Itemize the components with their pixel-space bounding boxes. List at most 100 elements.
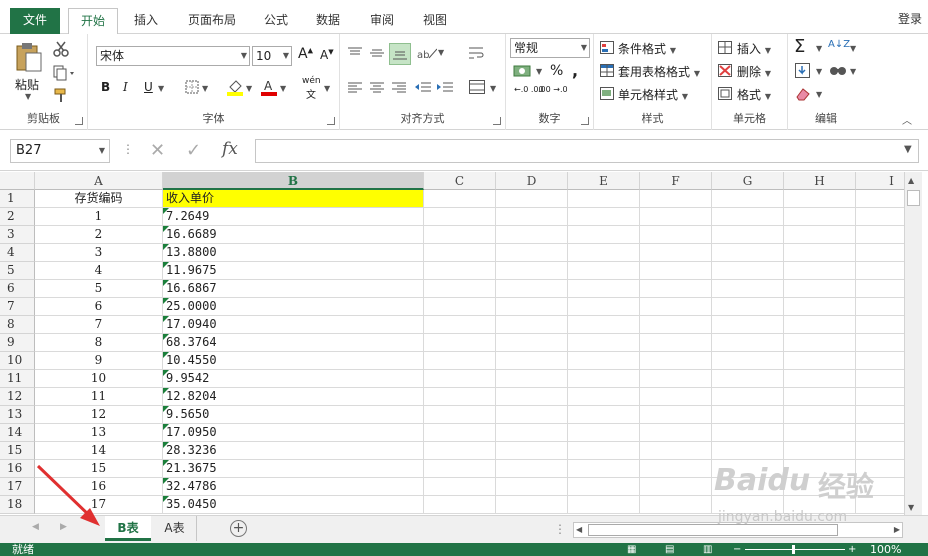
column-header-b[interactable]: B <box>163 172 424 190</box>
cell-empty[interactable] <box>640 442 712 460</box>
tab-file[interactable]: 文件 <box>10 8 60 34</box>
format-as-table-button[interactable]: 套用表格格式 ▼ <box>618 63 700 80</box>
cell-empty[interactable] <box>424 460 496 478</box>
cell-empty[interactable] <box>496 334 568 352</box>
cell-empty[interactable] <box>496 460 568 478</box>
cell-code[interactable]: 1 <box>35 208 163 226</box>
cell-empty[interactable] <box>856 298 904 316</box>
cell-empty[interactable] <box>712 244 784 262</box>
copy-icon[interactable] <box>52 64 76 82</box>
select-all-corner[interactable] <box>0 172 35 190</box>
column-header-c[interactable]: C <box>424 172 496 190</box>
cell-empty[interactable] <box>640 316 712 334</box>
cell-empty[interactable] <box>856 388 904 406</box>
fill-dropdown-icon[interactable]: ▼ <box>816 67 822 76</box>
cell-empty[interactable] <box>424 226 496 244</box>
scroll-up-icon[interactable]: ▲ <box>908 176 914 185</box>
cell-empty[interactable] <box>568 406 640 424</box>
row-header[interactable]: 14 <box>0 424 35 442</box>
cell-price[interactable]: 17.0950 <box>163 424 424 442</box>
column-header-h[interactable]: H <box>784 172 856 190</box>
autosum-button[interactable]: Σ <box>794 36 805 57</box>
conditional-format-button[interactable]: 条件格式 ▼ <box>618 40 676 57</box>
cell-empty[interactable] <box>856 352 904 370</box>
cell-empty[interactable] <box>496 190 568 208</box>
cell-empty[interactable] <box>640 388 712 406</box>
cell-empty[interactable] <box>496 406 568 424</box>
format-painter-icon[interactable] <box>52 86 70 104</box>
cell-empty[interactable] <box>856 316 904 334</box>
comma-button[interactable]: , <box>572 61 578 80</box>
cell-empty[interactable] <box>712 406 784 424</box>
format-cells-button[interactable]: 格式 ▼ <box>737 86 771 103</box>
cell-empty[interactable] <box>712 388 784 406</box>
row-header[interactable]: 11 <box>0 370 35 388</box>
cell-empty[interactable] <box>712 334 784 352</box>
number-launcher-icon[interactable] <box>581 117 589 125</box>
row-header[interactable]: 6 <box>0 280 35 298</box>
currency-dropdown-icon[interactable]: ▼ <box>536 67 542 76</box>
row-header[interactable]: 10 <box>0 352 35 370</box>
cell-empty[interactable] <box>424 316 496 334</box>
cell-empty[interactable] <box>712 208 784 226</box>
cell-empty[interactable] <box>496 370 568 388</box>
find-dropdown-icon[interactable]: ▼ <box>850 67 856 76</box>
cell-empty[interactable] <box>784 388 856 406</box>
cell-code[interactable]: 13 <box>35 424 163 442</box>
cell-code[interactable]: 10 <box>35 370 163 388</box>
font-color-icon[interactable]: A <box>260 78 278 96</box>
cell-code[interactable]: 8 <box>35 334 163 352</box>
shrink-font-button[interactable]: A▼ <box>320 48 334 62</box>
cell-empty[interactable] <box>784 442 856 460</box>
align-right-icon[interactable] <box>390 78 408 96</box>
add-sheet-button[interactable]: + <box>230 520 247 537</box>
cell-price[interactable]: 35.0450 <box>163 496 424 514</box>
cell-empty[interactable] <box>424 424 496 442</box>
row-header[interactable]: 5 <box>0 262 35 280</box>
cell-empty[interactable] <box>640 226 712 244</box>
cell-empty[interactable] <box>424 388 496 406</box>
row-header[interactable]: 12 <box>0 388 35 406</box>
page-break-view-icon[interactable]: ▥ <box>703 543 712 556</box>
fill-icon[interactable] <box>794 62 812 80</box>
normal-view-icon[interactable]: ▦ <box>627 543 636 556</box>
cell-empty[interactable] <box>784 298 856 316</box>
formula-input[interactable] <box>255 139 919 163</box>
phonetic-dropdown-icon[interactable]: ▼ <box>324 84 330 93</box>
sort-dropdown-icon[interactable]: ▼ <box>850 44 856 53</box>
cell-code[interactable]: 5 <box>35 280 163 298</box>
cell-empty[interactable] <box>856 334 904 352</box>
row-header[interactable]: 13 <box>0 406 35 424</box>
increase-decimal-button[interactable]: ←.0 .00 <box>514 86 544 94</box>
header-cell-price[interactable]: 收入单价 <box>163 190 424 208</box>
cell-empty[interactable] <box>712 298 784 316</box>
cell-empty[interactable] <box>496 208 568 226</box>
expand-formula-icon[interactable]: ▼ <box>904 144 912 155</box>
cell-empty[interactable] <box>424 280 496 298</box>
cell-empty[interactable] <box>496 442 568 460</box>
cell-empty[interactable] <box>856 244 904 262</box>
row-header[interactable]: 1 <box>0 190 35 208</box>
cell-empty[interactable] <box>568 442 640 460</box>
cell-empty[interactable] <box>568 496 640 514</box>
cell-empty[interactable] <box>712 442 784 460</box>
cell-empty[interactable] <box>424 478 496 496</box>
cancel-icon[interactable]: ✕ <box>150 140 165 161</box>
cell-empty[interactable] <box>640 280 712 298</box>
cell-empty[interactable] <box>784 406 856 424</box>
align-bottom-icon[interactable] <box>389 43 411 65</box>
autosum-dropdown-icon[interactable]: ▼ <box>816 44 822 53</box>
cell-empty[interactable] <box>568 352 640 370</box>
column-header-e[interactable]: E <box>568 172 640 190</box>
decrease-decimal-button[interactable]: .00 →.0 <box>538 86 568 94</box>
cell-empty[interactable] <box>568 388 640 406</box>
cell-empty[interactable] <box>712 316 784 334</box>
row-header[interactable]: 8 <box>0 316 35 334</box>
tab-split-handle-icon[interactable]: ⋮ <box>554 522 566 536</box>
cell-empty[interactable] <box>424 442 496 460</box>
cell-price[interactable]: 9.5650 <box>163 406 424 424</box>
phonetic-button[interactable]: wén <box>302 76 321 86</box>
cell-empty[interactable] <box>424 190 496 208</box>
cell-empty[interactable] <box>712 424 784 442</box>
insert-function-icon[interactable]: fx <box>222 139 238 159</box>
